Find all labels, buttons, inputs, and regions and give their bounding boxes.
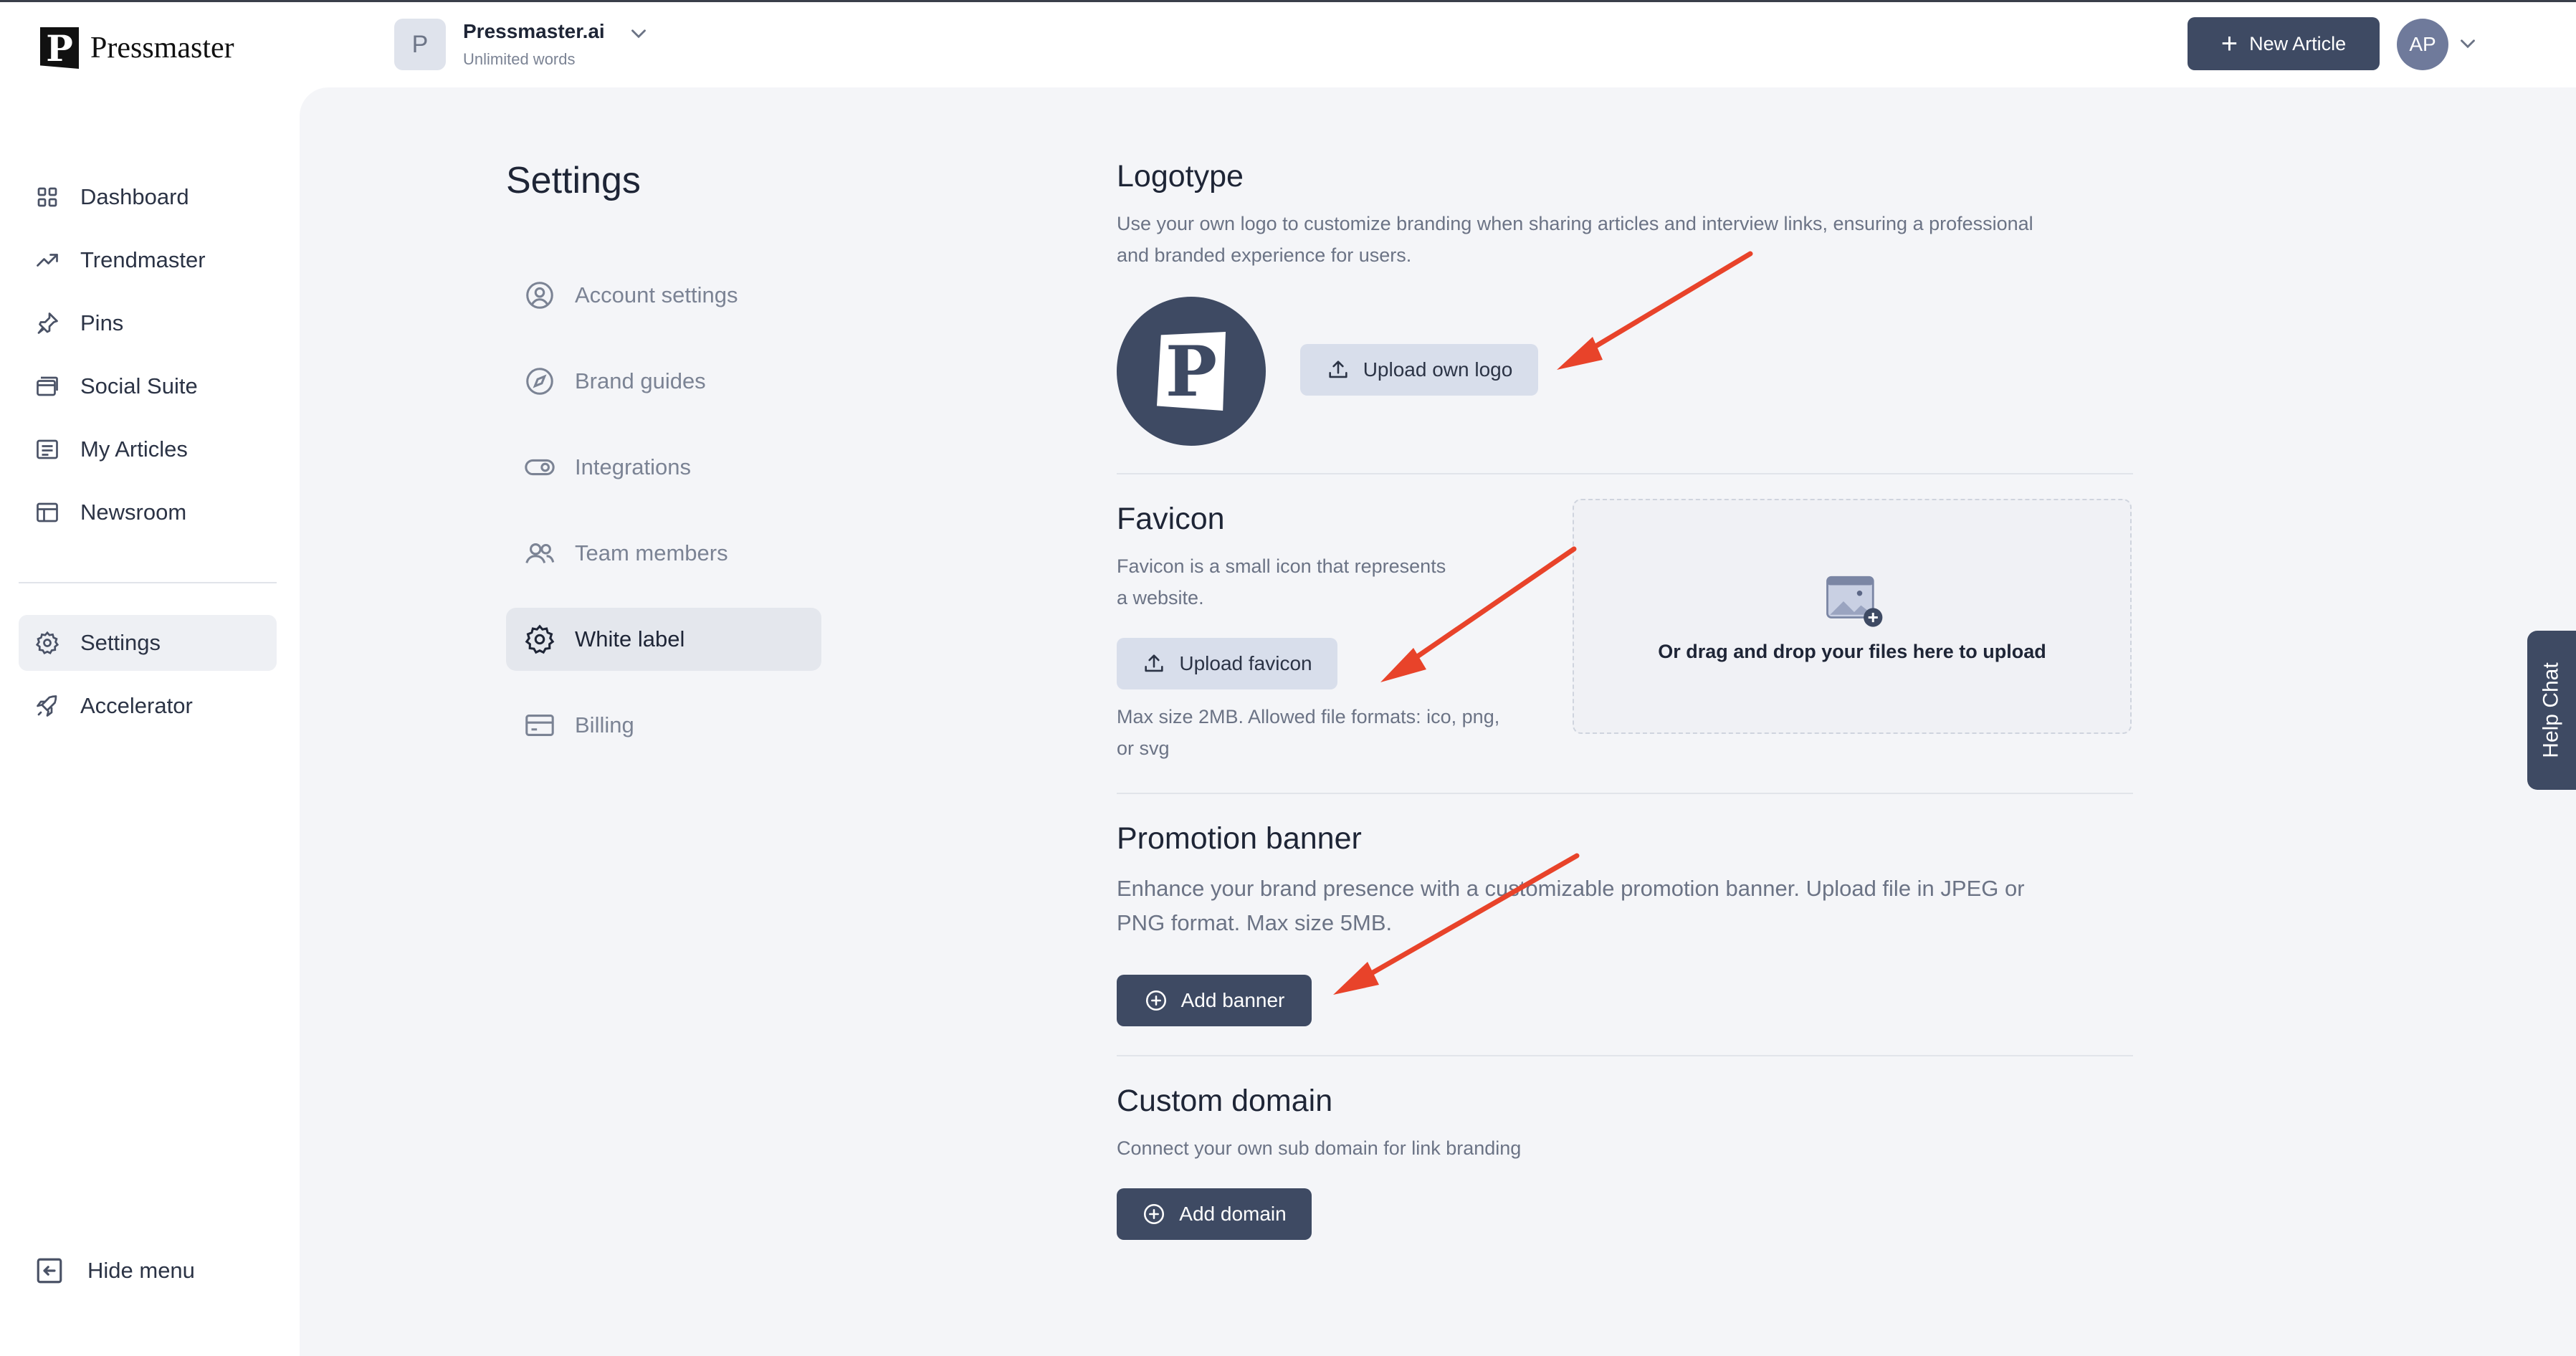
sidebar-item-label: Social Suite [80, 373, 198, 398]
top-border [0, 0, 2576, 2]
workspace-name: Pressmaster.ai [463, 20, 605, 42]
favicon-hint-line1: Max size 2MB. Allowed file formats: ico,… [1117, 706, 1500, 727]
rocket-icon [37, 695, 57, 717]
hide-menu-label: Hide menu [87, 1258, 195, 1283]
logotype-title: Logotype [1117, 159, 1244, 194]
chevron-down-icon[interactable] [2456, 32, 2480, 56]
add-domain-button[interactable]: Add domain [1117, 1188, 1312, 1240]
settings-nav: Account settings Brand guides Integratio… [506, 264, 821, 780]
sidebar-item-label: Trendmaster [80, 247, 206, 272]
pin-icon [37, 312, 58, 334]
sidebar-item-label: My Articles [80, 436, 188, 462]
chevron-down-icon[interactable] [626, 22, 651, 46]
settings-tab-billing[interactable]: Billing [506, 694, 821, 757]
dropzone-text: Or drag and drop your files here to uplo… [1658, 641, 2046, 662]
settings-tab-label: Team members [575, 540, 728, 565]
favicon-dropzone[interactable]: Or drag and drop your files here to uplo… [1573, 499, 2132, 734]
hide-menu-button[interactable]: Hide menu [34, 1256, 195, 1286]
article-icon [37, 439, 58, 459]
page-title: Settings [506, 160, 641, 201]
favicon-description-line1: Favicon is a small icon that represents [1117, 555, 1446, 577]
sidebar-divider [19, 582, 277, 583]
compass-icon [526, 368, 553, 395]
upload-favicon-label: Upload favicon [1179, 652, 1312, 674]
toggle-icon [525, 459, 555, 476]
settings-tab-label: Billing [575, 712, 634, 737]
gear-icon [35, 631, 59, 655]
new-article-button[interactable]: + New Article [2188, 17, 2380, 70]
collapse-sidebar-icon [37, 1258, 62, 1284]
add-domain-label: Add domain [1179, 1203, 1287, 1225]
users-icon [525, 543, 555, 563]
grid-icon [37, 187, 57, 207]
upload-icon [1329, 361, 1347, 378]
favicon-hint-line2: or svg [1117, 737, 1170, 759]
help-chat-label: Help Chat [2539, 662, 2563, 758]
workspace-switcher[interactable]: P Pressmaster.ai Unlimited words [394, 19, 651, 70]
trending-up-icon [37, 254, 58, 267]
settings-tab-team-members[interactable]: Team members [506, 522, 821, 585]
logo-preview-mark: P [1157, 332, 1226, 411]
logo-preview: P [1117, 297, 1266, 446]
settings-tab-white-label[interactable]: White label [506, 608, 821, 671]
upload-icon [1145, 654, 1163, 672]
custom-domain-description: Connect your own sub domain for link bra… [1117, 1137, 1522, 1159]
settings-tab-label: Account settings [575, 282, 738, 307]
logotype-description-line1: Use your own logo to customize branding … [1117, 213, 2033, 234]
workspace-avatar: P [394, 19, 446, 70]
image-add-icon [1826, 576, 1883, 627]
plus-circle-icon [1145, 990, 1166, 1011]
sidebar-item-social-suite[interactable]: Social Suite [19, 358, 277, 414]
new-article-label: New Article [2249, 32, 2347, 54]
promotion-banner-description-line2: PNG format. Max size 5MB. [1117, 910, 1393, 935]
sidebar-item-trendmaster[interactable]: Trendmaster [19, 232, 277, 288]
brand-mark-icon: P [40, 27, 79, 69]
settings-tab-label: Integrations [575, 454, 691, 479]
sidebar-item-accelerator[interactable]: Accelerator [19, 678, 277, 734]
sidebar-item-newsroom[interactable]: Newsroom [19, 484, 277, 540]
help-chat-button[interactable]: Help Chat [2527, 631, 2576, 790]
user-circle-icon [526, 282, 553, 309]
settings-tab-account[interactable]: Account settings [506, 264, 821, 327]
sidebar-item-pins[interactable]: Pins [19, 295, 277, 351]
settings-tab-integrations[interactable]: Integrations [506, 436, 821, 499]
plus-circle-icon [1144, 1203, 1165, 1225]
favicon-description-line2: a website. [1117, 587, 1204, 608]
sidebar-item-label: Pins [80, 310, 124, 335]
custom-domain-title: Custom domain [1117, 1084, 1333, 1118]
sidebar-item-label: Settings [80, 630, 161, 655]
section-divider [1117, 1055, 2133, 1056]
plus-icon: + [2220, 28, 2238, 59]
stack-icon [37, 376, 58, 396]
upload-logo-button[interactable]: Upload own logo [1300, 344, 1538, 396]
brand-name: Pressmaster [90, 32, 234, 65]
logotype-description-line2: and branded experience for users. [1117, 244, 1412, 266]
promotion-banner-description-line1: Enhance your brand presence with a custo… [1117, 876, 2025, 901]
sidebar-item-label: Accelerator [80, 693, 193, 718]
card-icon [525, 715, 554, 736]
upload-logo-label: Upload own logo [1363, 358, 1513, 381]
sidebar-item-label: Newsroom [80, 500, 187, 525]
section-divider [1117, 473, 2133, 474]
settings-tab-label: Brand guides [575, 368, 706, 393]
settings-tab-brand-guides[interactable]: Brand guides [506, 350, 821, 413]
promotion-banner-title: Promotion banner [1117, 821, 1362, 856]
layout-icon [37, 502, 58, 522]
add-banner-label: Add banner [1180, 989, 1285, 1011]
workspace-plan: Unlimited words [463, 50, 576, 68]
section-divider [1117, 793, 2133, 794]
gear-icon [525, 624, 555, 654]
sidebar-item-dashboard[interactable]: Dashboard [19, 169, 277, 225]
favicon-title: Favicon [1117, 502, 1225, 536]
add-banner-button[interactable]: Add banner [1117, 975, 1312, 1026]
sidebar-secondary-nav: Settings Accelerator [19, 615, 277, 741]
settings-tab-label: White label [575, 626, 685, 651]
sidebar-item-label: Dashboard [80, 184, 189, 209]
upload-favicon-button[interactable]: Upload favicon [1117, 638, 1337, 689]
sidebar-nav: Dashboard Trendmaster Pins Social Suite … [19, 169, 277, 548]
app-logo[interactable]: P Pressmaster [40, 27, 234, 69]
sidebar-item-settings[interactable]: Settings [19, 615, 277, 671]
sidebar-item-my-articles[interactable]: My Articles [19, 421, 277, 477]
user-avatar[interactable]: AP [2397, 19, 2448, 70]
